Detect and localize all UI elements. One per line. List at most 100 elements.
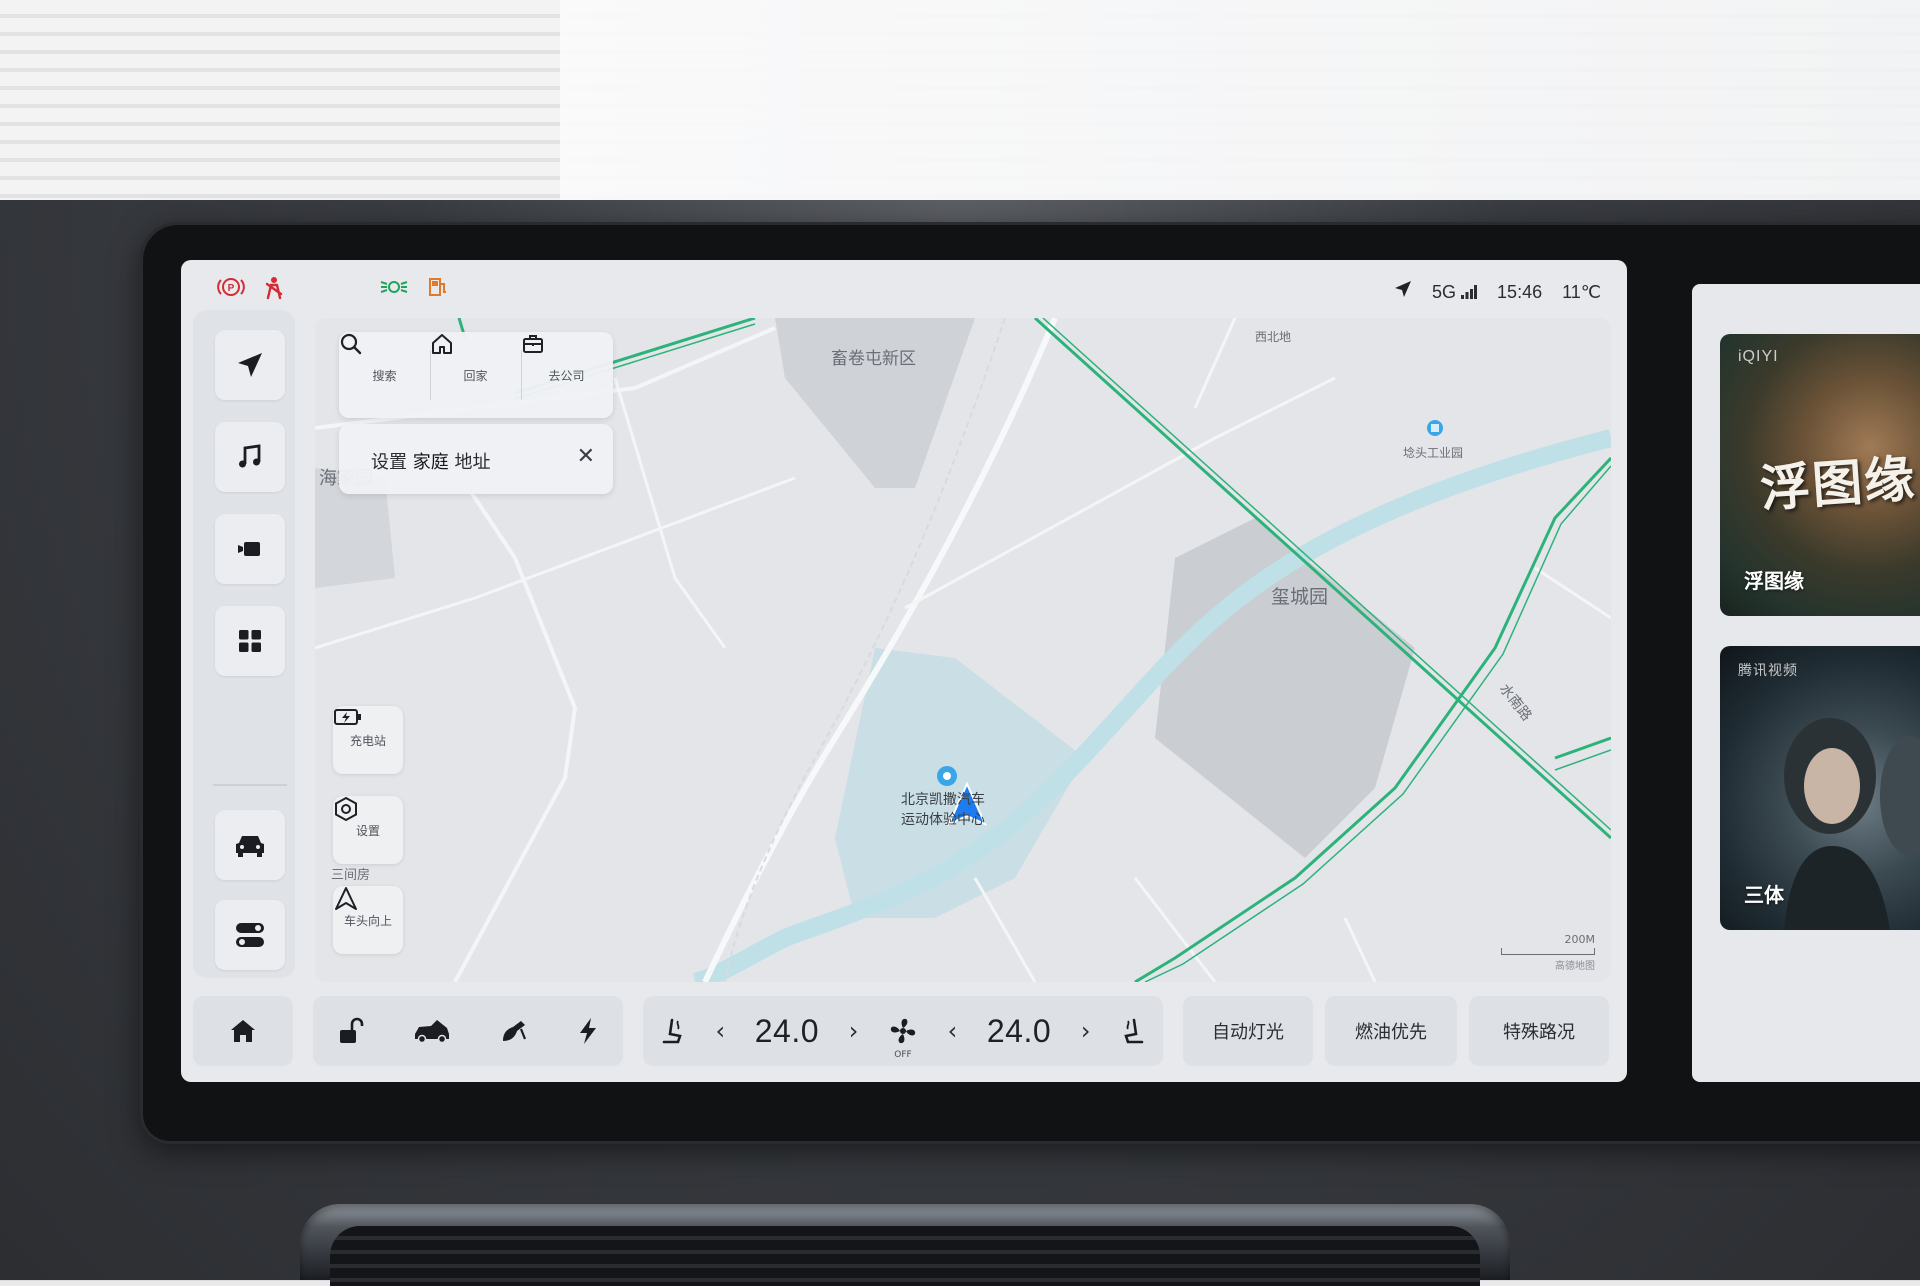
network-signal: 5G [1432, 281, 1478, 303]
driver-temp-up[interactable]: › [849, 1017, 859, 1045]
media-card-2[interactable]: 腾讯视频 三体 [1720, 646, 1920, 930]
seat-heat-icon [662, 1018, 682, 1044]
charging-battery-icon [334, 709, 361, 725]
scale-distance: 200M [1564, 933, 1596, 946]
map-label-industrial-park: 埝头工业园 [1403, 446, 1464, 460]
prompt-emphasis: 家庭 [412, 452, 449, 473]
unlock-button[interactable] [337, 996, 365, 1066]
prompt-suffix: 地址 [454, 452, 491, 473]
status-bar: P 5G 15:46 11℃ [181, 260, 1627, 318]
apps-grid-icon [239, 630, 261, 652]
close-icon[interactable]: ✕ [577, 444, 595, 469]
fan-icon [890, 1018, 916, 1044]
sidebar-music-button[interactable] [215, 422, 285, 492]
map-label-area3: 玺城园 [1271, 586, 1329, 608]
compass-arrow-icon [335, 887, 357, 910]
set-home-address-prompt[interactable]: 设置 家庭 地址 ✕ [339, 424, 613, 494]
fuel-nozzle-icon [503, 1021, 527, 1041]
sidebar-navigation-button[interactable] [215, 330, 285, 400]
scale-bar [1501, 948, 1595, 955]
media-card-1[interactable]: iQIYI 浮图缘 浮图缘 [1720, 334, 1920, 616]
go-home-button[interactable]: 回家 [430, 332, 521, 418]
fuel-warning-icon [427, 276, 449, 302]
position-lights-icon [379, 277, 409, 301]
outside-temperature: 11℃ [1562, 281, 1601, 302]
signal-bars-icon [1461, 284, 1478, 299]
map-label-area4: 西北地 [1255, 330, 1292, 344]
poi-name-line1: 北京凯撒汽车 [901, 792, 985, 808]
charging-station-label: 充电站 [349, 733, 386, 748]
sidebar-controls-button[interactable] [215, 900, 285, 970]
poster-title-art: 浮图缘 [1758, 448, 1919, 519]
heading-up-button[interactable]: 车头向上 [333, 886, 403, 954]
search-icon [340, 333, 362, 355]
special-road-button[interactable]: 特殊路况 [1469, 996, 1609, 1066]
driver-seat-heat-button[interactable] [658, 996, 686, 1066]
heading-up-label: 车头向上 [343, 913, 392, 928]
passenger-screen: iQIYI 浮图缘 浮图缘 腾讯视频 三体 [1692, 284, 1920, 1082]
briefcase-icon [523, 335, 543, 353]
passenger-seat-heat-button[interactable] [1120, 996, 1148, 1066]
network-label: 5G [1432, 281, 1457, 302]
dock-home-segment [193, 996, 293, 1066]
navigation-arrow-icon [238, 353, 262, 377]
car-trunk-icon [415, 1020, 449, 1044]
music-note-icon [239, 444, 261, 468]
svg-text:P: P [228, 283, 235, 294]
iqiyi-logo: iQIYI [1738, 348, 1779, 365]
map-label-village: 三间房 [331, 868, 371, 883]
fan-button[interactable]: OFF [888, 996, 918, 1066]
map-settings-label: 设置 [355, 823, 380, 838]
bottom-dock: ‹ 24.0 › OFF ‹ 24.0 › 自动灯光 燃油优先 特殊路况 [181, 996, 1627, 1072]
passenger-temperature: 24.0 [986, 1012, 1052, 1049]
home-filled-icon [231, 1020, 255, 1042]
navigation-map[interactable]: 畜卷屯新区 海家园 玺城园 西北地 埝头工业园 水南路 三间房 北京凯撒汽车 运… [315, 318, 1611, 982]
fuel-door-button[interactable] [499, 996, 529, 1066]
seatbelt-warning-icon [263, 276, 285, 304]
settings-hexagon-icon [335, 796, 357, 822]
car-icon [236, 836, 264, 857]
map-settings-button[interactable]: 设置 [333, 796, 403, 864]
video-icon [238, 542, 260, 556]
trunk-button[interactable] [413, 996, 451, 1066]
main-screen: P 5G 15:46 11℃ 畜卷屯新区 玺城园 西北地 埝头工业园 水南路 三… [181, 260, 1627, 1082]
special-road-label: 特殊路况 [1503, 1022, 1575, 1043]
left-sidebar [193, 310, 295, 978]
go-work-button[interactable]: 去公司 [521, 332, 612, 418]
sidebar-divider [213, 784, 287, 786]
seat-heat-icon [1124, 1018, 1144, 1044]
sidebar-vehicle-button[interactable] [215, 810, 285, 880]
go-work-label: 去公司 [548, 368, 585, 383]
map-poi-label[interactable]: 北京凯撒汽车 运动体验中心 [901, 790, 985, 830]
home-icon [432, 334, 452, 354]
home-button[interactable] [229, 996, 257, 1066]
media-title-1: 浮图缘 [1744, 569, 1804, 593]
auto-light-label: 自动灯光 [1212, 1022, 1284, 1043]
parking-brake-icon: P [217, 276, 245, 304]
charge-port-button[interactable] [577, 996, 599, 1066]
warning-indicators: P [217, 276, 285, 304]
driver-temp-down[interactable]: ‹ [715, 1017, 725, 1045]
auto-light-button[interactable]: 自动灯光 [1183, 996, 1313, 1066]
set-home-text: 设置 家庭 地址 [371, 448, 490, 474]
status-right: 5G 15:46 11℃ [1394, 280, 1601, 303]
fan-status: OFF [894, 1050, 912, 1060]
quick-destination-panel: 搜索 回家 去公司 [339, 332, 613, 418]
passenger-temp-down[interactable]: ‹ [948, 1017, 958, 1045]
prompt-prefix: 设置 [371, 452, 407, 473]
sidebar-apps-button[interactable] [215, 606, 285, 676]
air-vent-slats [330, 1226, 1480, 1286]
search-button[interactable]: 搜索 [339, 332, 430, 418]
map-provider: 高德地图 [1555, 961, 1595, 972]
charging-station-button[interactable]: 充电站 [333, 706, 403, 774]
search-label: 搜索 [372, 368, 397, 383]
vehicle-indicators [379, 276, 449, 302]
toggle-controls-icon [236, 923, 264, 947]
lightning-icon [580, 1018, 596, 1044]
unlock-icon [340, 1017, 364, 1043]
driver-temperature: 24.0 [754, 1012, 820, 1049]
sidebar-video-button[interactable] [215, 514, 285, 584]
location-arrow-icon [1394, 280, 1412, 303]
passenger-temp-up[interactable]: › [1081, 1017, 1091, 1045]
fuel-priority-button[interactable]: 燃油优先 [1325, 996, 1457, 1066]
